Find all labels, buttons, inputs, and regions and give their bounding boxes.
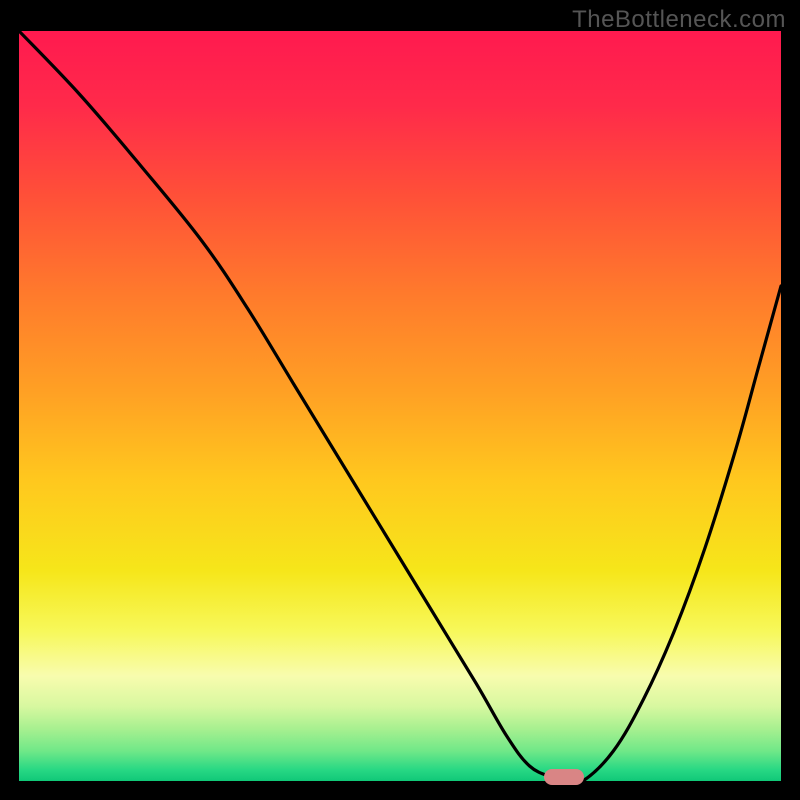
watermark-text: TheBottleneck.com <box>572 6 786 34</box>
optimum-marker <box>544 769 584 785</box>
chart-curve <box>19 31 781 781</box>
bottleneck-curve-path <box>19 31 781 781</box>
chart-plot-area <box>19 31 781 781</box>
